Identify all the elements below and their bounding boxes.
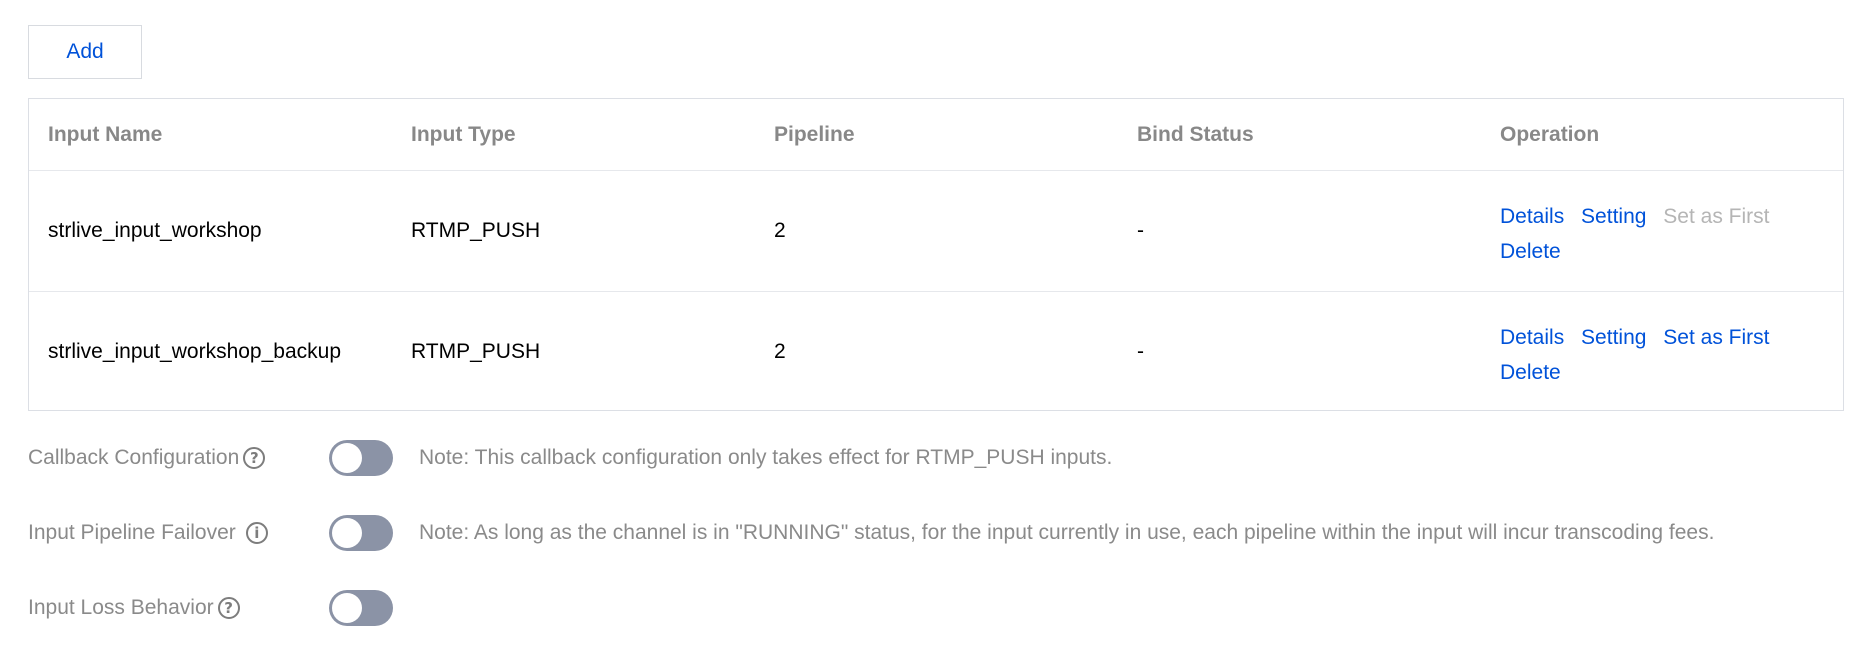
header-bind-status: Bind Status — [1137, 122, 1254, 146]
toggle-knob — [332, 443, 362, 473]
setting-link[interactable]: Setting — [1581, 326, 1646, 349]
input-pipeline-failover-toggle[interactable] — [329, 515, 393, 551]
setting-label-wrap: Callback Configuration ? — [28, 438, 266, 478]
delete-link[interactable]: Delete — [1500, 361, 1561, 384]
header-input-name: Input Name — [48, 122, 163, 146]
input-pipeline-failover-row: Input Pipeline Failover i Note: As long … — [28, 513, 1844, 553]
setting-label-wrap: Input Loss Behavior ? — [28, 588, 240, 628]
input-loss-behavior-toggle[interactable] — [329, 590, 393, 626]
operation-cell: Details Setting Set as First Delete — [1500, 320, 1820, 390]
details-link[interactable]: Details — [1500, 326, 1564, 349]
pipeline-cell: 2 — [774, 219, 786, 242]
delete-link[interactable]: Delete — [1500, 240, 1561, 263]
toggle-knob — [332, 518, 362, 548]
input-loss-behavior-label: Input Loss Behavior — [28, 596, 214, 619]
pipeline-cell: 2 — [774, 340, 786, 363]
callback-configuration-row: Callback Configuration ? Note: This call… — [28, 438, 1844, 478]
input-type-cell: RTMP_PUSH — [411, 219, 541, 242]
input-pipeline-failover-label: Input Pipeline Failover — [28, 521, 236, 544]
question-circle-icon[interactable]: ? — [217, 597, 240, 619]
inputs-table: Input Name Input Type Pipeline Bind Stat… — [28, 98, 1844, 411]
question-circle-icon[interactable]: ? — [243, 447, 266, 469]
info-circle-icon[interactable]: i — [245, 522, 268, 544]
details-link[interactable]: Details — [1500, 205, 1564, 228]
bind-status-cell: - — [1137, 219, 1144, 242]
header-input-type: Input Type — [411, 122, 516, 146]
table-header: Input Name Input Type Pipeline Bind Stat… — [29, 99, 1843, 171]
input-name-cell: strlive_input_workshop — [48, 219, 262, 242]
callback-configuration-label: Callback Configuration — [28, 446, 240, 469]
set-as-first-link[interactable]: Set as First — [1663, 326, 1769, 349]
input-pipeline-failover-note: Note: As long as the channel is in "RUNN… — [419, 521, 1715, 544]
input-name-cell: strlive_input_workshop_backup — [48, 340, 342, 363]
bind-status-cell: - — [1137, 340, 1144, 363]
input-loss-behavior-row: Input Loss Behavior ? — [28, 588, 1844, 628]
table-row: strlive_input_workshop RTMP_PUSH 2 - Det… — [29, 171, 1843, 292]
input-type-cell: RTMP_PUSH — [411, 340, 541, 363]
callback-configuration-toggle[interactable] — [329, 440, 393, 476]
setting-label-wrap: Input Pipeline Failover i — [28, 513, 268, 553]
table-row: strlive_input_workshop_backup RTMP_PUSH … — [29, 292, 1843, 412]
add-button[interactable]: Add — [28, 25, 142, 79]
operation-cell: Details Setting Set as First Delete — [1500, 199, 1820, 269]
set-as-first-link: Set as First — [1663, 205, 1770, 228]
toggle-knob — [332, 593, 362, 623]
header-operation: Operation — [1500, 122, 1600, 146]
header-pipeline: Pipeline — [774, 122, 855, 146]
input-management-panel: Add Input Name Input Type Pipeline Bind … — [0, 0, 1872, 652]
setting-link[interactable]: Setting — [1581, 205, 1646, 228]
callback-configuration-note: Note: This callback configuration only t… — [419, 446, 1113, 469]
